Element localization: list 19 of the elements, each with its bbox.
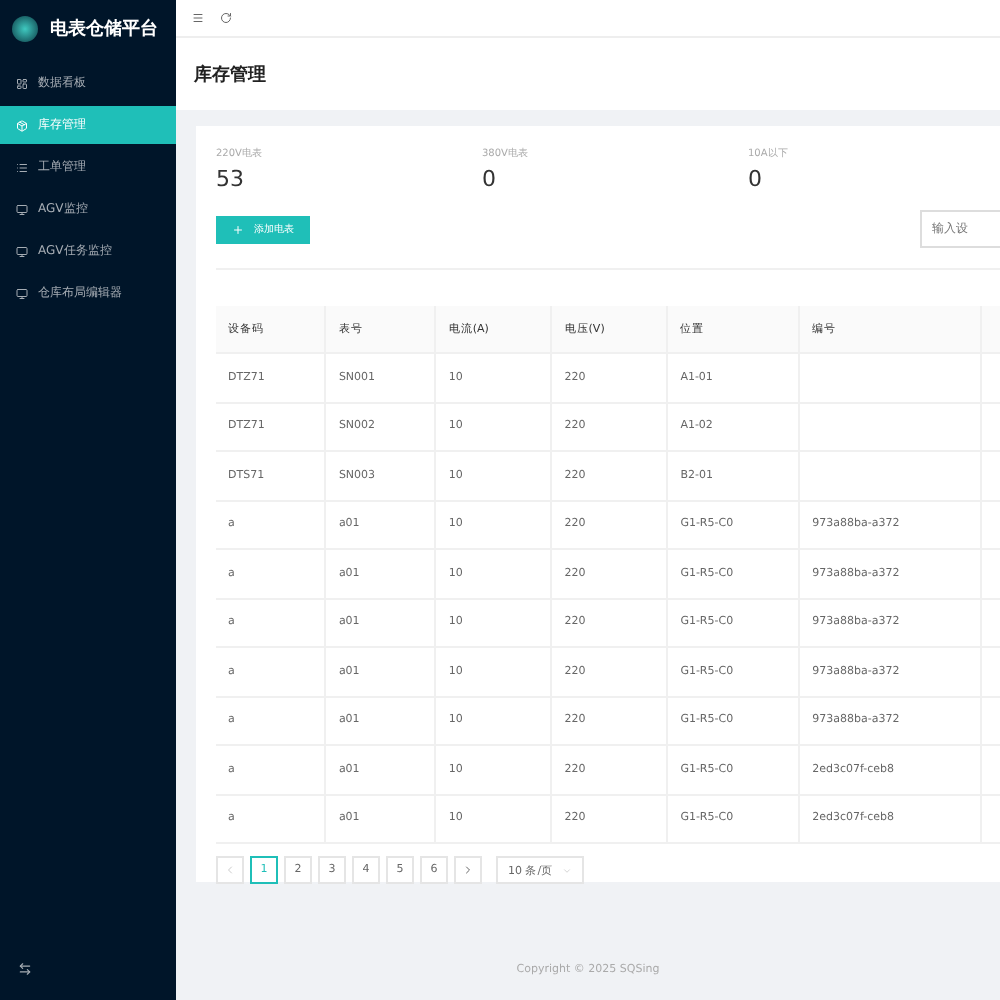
chevron-left-icon	[224, 864, 236, 876]
logo-icon	[12, 15, 38, 41]
collapse-icon[interactable]	[18, 962, 32, 976]
stat-value: 53	[216, 166, 246, 192]
plus-icon	[232, 223, 244, 235]
monitor-icon	[16, 203, 28, 215]
chevron-right-icon	[462, 864, 474, 876]
app-title: 电表仓储平台	[50, 16, 158, 41]
stat-value: 0	[748, 166, 764, 192]
dashboard-icon	[16, 77, 28, 89]
page-title: 库存管理	[194, 62, 266, 87]
refresh-icon[interactable]	[220, 12, 232, 24]
stat-value: 0	[482, 166, 498, 192]
menu-icon[interactable]	[192, 12, 204, 24]
list-icon	[16, 161, 28, 173]
box-icon	[16, 119, 28, 131]
monitor-icon	[16, 245, 28, 257]
caret-icon	[561, 865, 572, 875]
monitor-icon	[16, 287, 28, 299]
